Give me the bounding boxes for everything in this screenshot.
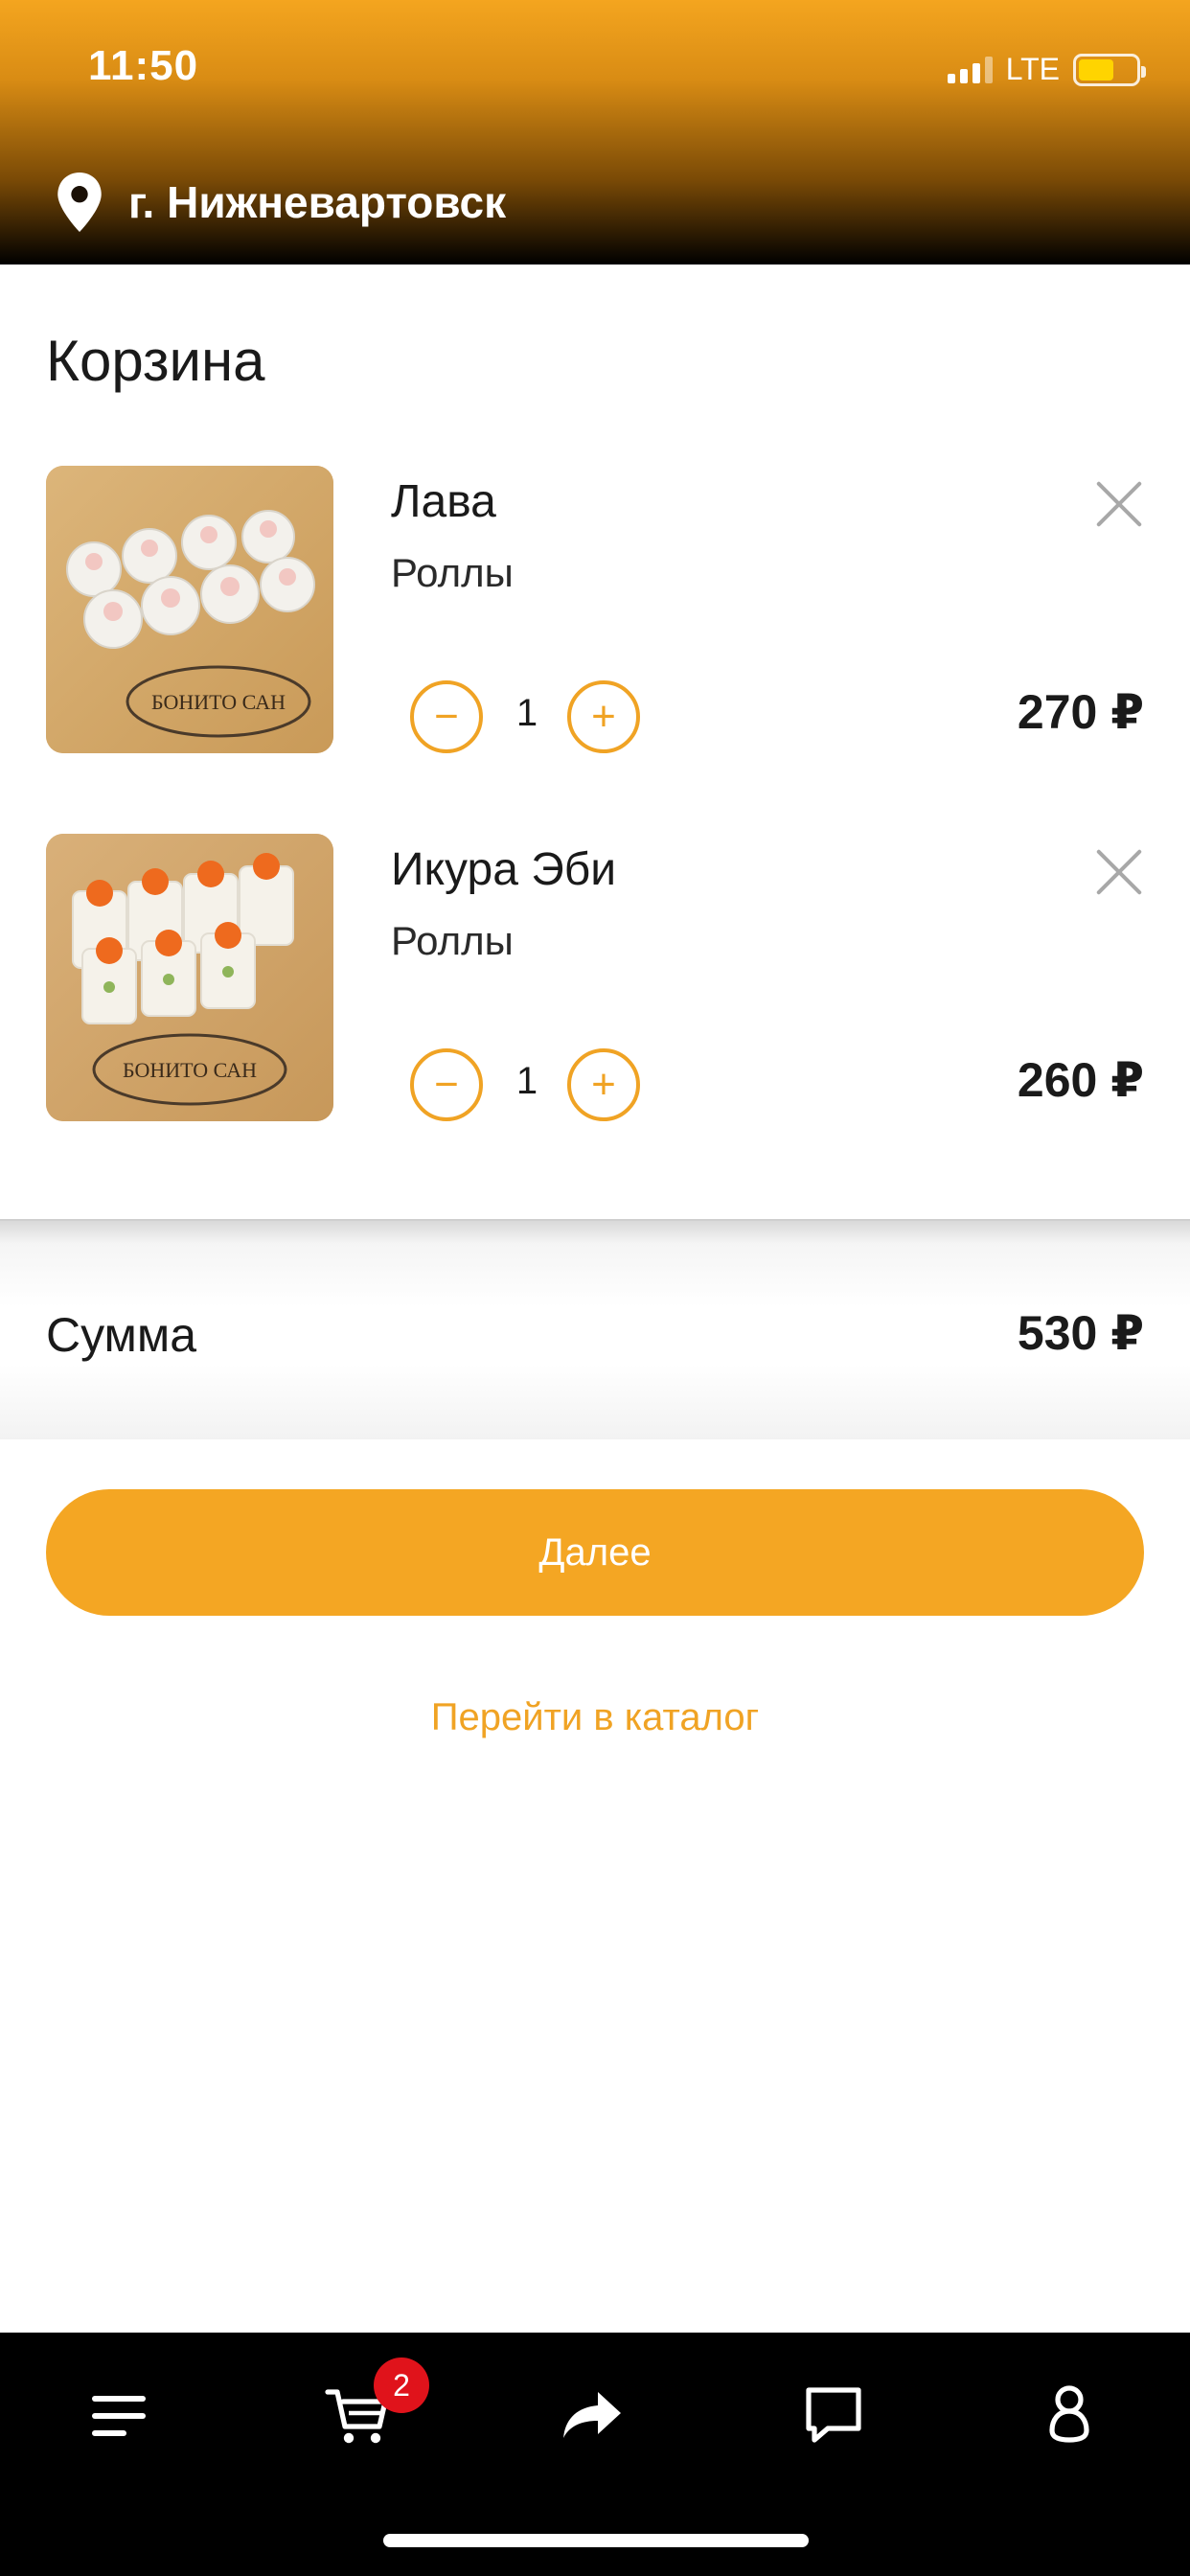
next-button[interactable]: Далее xyxy=(46,1489,1144,1616)
product-category: Роллы xyxy=(391,550,514,595)
cart-item: БОНИТО САН Лава Роллы − 1 + 270 ₽ xyxy=(0,466,1190,772)
location-city: г. Нижневартовск xyxy=(128,177,507,227)
cart-count-badge: 2 xyxy=(374,2358,429,2413)
remove-item-close-icon[interactable] xyxy=(1092,845,1146,899)
item-price: 270 ₽ xyxy=(1017,685,1144,739)
menu-icon[interactable] xyxy=(80,2377,157,2453)
go-to-catalog-link[interactable]: Перейти в каталог xyxy=(0,1696,1190,1739)
battery-icon xyxy=(1073,53,1146,86)
decrease-quantity-button[interactable]: − xyxy=(410,680,483,753)
location-selector[interactable]: г. Нижневартовск xyxy=(56,172,506,232)
home-indicator[interactable] xyxy=(383,2534,809,2547)
cart-item: БОНИТО САН Икура Эби Роллы − 1 + 260 ₽ xyxy=(0,834,1190,1140)
status-time: 11:50 xyxy=(88,42,199,89)
plus-icon: + xyxy=(591,1061,616,1108)
order-summary: Сумма 530 ₽ xyxy=(0,1219,1190,1439)
svg-text:БОНИТО САН: БОНИТО САН xyxy=(123,1058,257,1082)
minus-icon: − xyxy=(434,1061,459,1108)
app-header: 11:50 LTE г. Нижневартовск xyxy=(0,0,1190,264)
decrease-quantity-button[interactable]: − xyxy=(410,1048,483,1121)
sum-total: 530 ₽ xyxy=(1017,1306,1144,1360)
network-type: LTE xyxy=(1005,52,1060,86)
profile-icon[interactable] xyxy=(1031,2377,1108,2453)
product-image[interactable]: БОНИТО САН xyxy=(46,466,333,753)
chat-icon[interactable] xyxy=(795,2377,872,2453)
status-indicators: LTE xyxy=(947,52,1146,87)
signal-icon xyxy=(947,56,993,83)
plus-icon: + xyxy=(591,693,616,740)
sum-label: Сумма xyxy=(46,1308,197,1362)
increase-quantity-button[interactable]: + xyxy=(567,680,640,753)
increase-quantity-button[interactable]: + xyxy=(567,1048,640,1121)
item-price: 260 ₽ xyxy=(1017,1053,1144,1107)
product-name[interactable]: Икура Эби xyxy=(391,843,616,896)
share-icon[interactable] xyxy=(554,2377,630,2453)
quantity-value: 1 xyxy=(515,692,538,734)
location-pin-icon xyxy=(57,172,102,232)
product-image[interactable]: БОНИТО САН xyxy=(46,834,333,1121)
svg-text:БОНИТО САН: БОНИТО САН xyxy=(151,690,286,714)
remove-item-close-icon[interactable] xyxy=(1092,477,1146,531)
minus-icon: − xyxy=(434,693,459,740)
product-category: Роллы xyxy=(391,918,514,963)
page-title: Корзина xyxy=(46,329,265,393)
product-name[interactable]: Лава xyxy=(391,475,496,528)
quantity-value: 1 xyxy=(515,1060,538,1102)
